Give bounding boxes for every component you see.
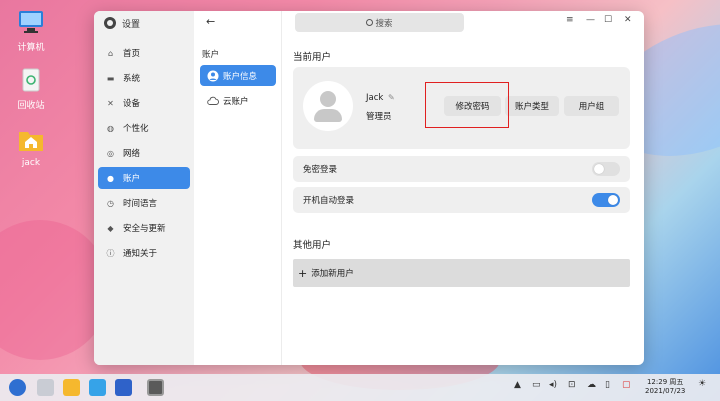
nav-item-label: 个性化	[123, 124, 149, 134]
palette-icon: ◍	[107, 123, 114, 133]
maximize-icon[interactable]: ☐	[604, 15, 612, 25]
nav-item-label: 系统	[123, 74, 141, 84]
auto-login-toggle[interactable]	[592, 193, 620, 207]
desktop-icon-label: jack	[21, 158, 41, 168]
clock-icon: ◷	[107, 198, 114, 208]
nav-item-label: 设备	[123, 99, 141, 109]
settings-window: 设置 ⌂ 首页 ▬ 系统 ✕ 设备 ◍ 个性化 ◎ 网络 ● 账户 ◷ 时间语言…	[94, 11, 644, 365]
account-type-button[interactable]: 账户类型	[505, 96, 559, 116]
nav-item-personalize[interactable]: ◍ 个性化	[98, 117, 190, 139]
clock[interactable]: 12:29 周五 2021/07/23	[645, 378, 685, 396]
edit-pencil-icon[interactable]: ✎	[388, 93, 395, 102]
nav-item-label: 账户	[123, 174, 141, 184]
wps-writer-icon[interactable]	[115, 379, 132, 396]
info-icon: ⓘ	[106, 248, 115, 258]
nav-item-label: 首页	[123, 49, 141, 59]
display-icon[interactable]: ▭	[532, 380, 541, 390]
taskbar: ▲ ▭ ◂) ⊡ ☁ ▯ ▢ 12:29 周五 2021/07/23 ☀	[0, 374, 720, 401]
highlight-box	[425, 82, 509, 128]
notification-icon[interactable]: ▢	[622, 380, 631, 390]
desktop-icon-computer[interactable]: 计算机	[5, 10, 57, 53]
cloud-icon	[207, 96, 219, 105]
nav-item-notifications[interactable]: ⓘ 通知关于	[98, 242, 190, 264]
cloud-sync-icon[interactable]: ☁	[587, 380, 596, 390]
user-icon: ●	[107, 173, 114, 183]
auto-login-row: 开机自动登录	[293, 187, 630, 213]
nav-item-devices[interactable]: ✕ 设备	[98, 92, 190, 114]
close-icon[interactable]: ✕	[624, 15, 632, 25]
nav-item-label: 通知关于	[123, 249, 158, 259]
back-arrow-icon[interactable]: ←	[206, 15, 215, 28]
password-free-login-toggle[interactable]	[592, 162, 620, 176]
minimize-icon[interactable]: —	[586, 15, 595, 25]
tray-expand-icon[interactable]: ▲	[514, 380, 521, 390]
subnav-item-cloud-account[interactable]: 云账户	[200, 90, 276, 111]
current-user-heading: 当前用户	[293, 52, 332, 63]
subnav-item-label: 云账户	[223, 96, 249, 107]
setting-label: 开机自动登录	[303, 196, 355, 206]
avatar[interactable]	[303, 81, 353, 131]
settings-nav: 设置 ⌂ 首页 ▬ 系统 ✕ 设备 ◍ 个性化 ◎ 网络 ● 账户 ◷ 时间语言…	[94, 11, 194, 365]
start-menu-icon[interactable]	[9, 379, 26, 396]
globe-icon: ◎	[107, 148, 114, 158]
user-icon	[207, 70, 219, 81]
setting-label: 免密登录	[303, 165, 338, 175]
nav-item-home[interactable]: ⌂ 首页	[98, 42, 190, 64]
weather-sun-icon[interactable]: ☀	[698, 379, 706, 389]
accounts-subnav: ← 账户 账户信息 云账户	[194, 11, 282, 365]
multitask-icon[interactable]	[37, 379, 54, 396]
app-title: 设置	[122, 19, 141, 30]
nav-item-label: 时间语言	[123, 199, 158, 209]
nav-item-security[interactable]: ◆ 安全与更新	[98, 217, 190, 239]
subnav-item-label: 账户信息	[223, 71, 258, 82]
user-role: 管理员	[366, 112, 392, 122]
desktop-icon-trash[interactable]: 回收站	[5, 68, 57, 111]
trash-icon	[22, 68, 40, 92]
add-user-button[interactable]: + 添加新用户	[293, 259, 630, 287]
password-free-login-row: 免密登录	[293, 156, 630, 182]
nav-item-accounts[interactable]: ● 账户	[98, 167, 190, 189]
subnav-title: 账户	[202, 50, 220, 60]
tools-icon: ✕	[107, 98, 114, 108]
plus-icon: +	[298, 266, 308, 280]
search-input[interactable]: 搜索	[295, 13, 464, 32]
main-content: 搜索 ≡ — ☐ ✕ 当前用户 Jack ✎ 管理员 修改密码 账户类型 用户组…	[282, 11, 644, 365]
search-placeholder: 搜索	[375, 18, 393, 29]
shield-icon: ◆	[107, 223, 114, 233]
network-icon[interactable]: ⊡	[568, 380, 576, 390]
volume-icon[interactable]: ◂)	[549, 380, 557, 390]
browser-icon[interactable]	[89, 379, 106, 396]
desktop-icon-home[interactable]: jack	[5, 128, 57, 168]
nav-item-time-language[interactable]: ◷ 时间语言	[98, 192, 190, 214]
desktop-icon-label: 计算机	[17, 43, 45, 53]
subnav-item-account-info[interactable]: 账户信息	[200, 65, 276, 86]
desktop-icon-label: 回收站	[17, 101, 45, 111]
add-user-label: 添加新用户	[311, 269, 354, 279]
nav-item-label: 安全与更新	[123, 224, 166, 234]
nav-item-network[interactable]: ◎ 网络	[98, 142, 190, 164]
nav-item-system[interactable]: ▬ 系统	[98, 67, 190, 89]
clock-time: 12:29 周五	[646, 378, 684, 386]
current-user-card: Jack ✎ 管理员 修改密码 账户类型 用户组	[293, 67, 630, 149]
nav-item-label: 网络	[123, 149, 141, 159]
home-icon: ⌂	[107, 48, 114, 58]
clipboard-icon[interactable]: ▯	[605, 380, 610, 390]
computer-icon	[19, 11, 43, 33]
settings-icon	[104, 17, 116, 29]
user-name: Jack	[366, 93, 384, 103]
settings-taskbar-icon[interactable]	[147, 379, 164, 396]
clock-date: 2021/07/23	[645, 387, 686, 395]
user-group-button[interactable]: 用户组	[564, 96, 619, 116]
search-icon	[366, 19, 374, 26]
file-manager-icon[interactable]	[63, 379, 80, 396]
home-folder-icon	[19, 132, 43, 151]
other-users-heading: 其他用户	[293, 240, 332, 251]
monitor-icon: ▬	[106, 73, 115, 83]
app-header: 设置	[94, 11, 194, 35]
menu-icon[interactable]: ≡	[566, 15, 574, 25]
